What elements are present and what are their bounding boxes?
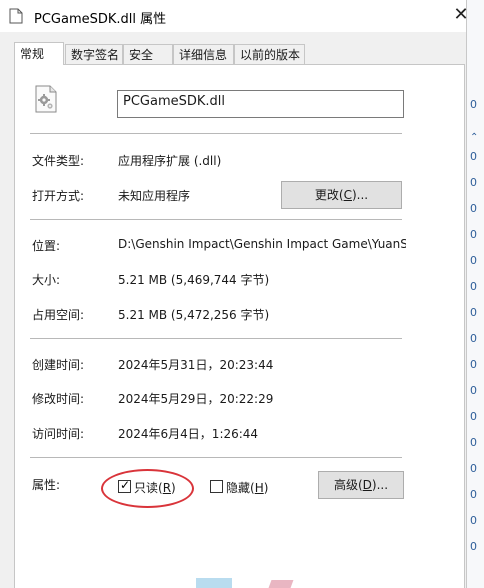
bg-text: 0 [470, 254, 477, 267]
chevron-up-icon[interactable]: ⌃ [470, 132, 478, 143]
divider [30, 133, 402, 134]
accessed-value: 2024年6月4日，1:26:44 [118, 427, 259, 441]
hidden-checkbox[interactable] [210, 480, 223, 493]
created-value: 2024年5月31日，20:23:44 [118, 358, 274, 372]
tab-details[interactable]: 详细信息 [173, 44, 234, 64]
change-button[interactable]: 更改(C)... [281, 181, 402, 209]
accessed-label: 访问时间: [32, 427, 85, 441]
size-label: 大小: [32, 273, 61, 287]
tab-previous-versions[interactable]: 以前的版本 [234, 44, 305, 64]
general-tab-panel [14, 64, 465, 588]
bg-text: 0 [470, 462, 477, 475]
size-on-disk-label: 占用空间: [32, 308, 85, 322]
highlight-annotation-oval [101, 469, 194, 508]
location-value[interactable]: D:\Genshin Impact\Genshin Impact Game\Yu… [118, 237, 406, 251]
close-button[interactable]: ✕ [452, 6, 470, 24]
bg-text: 0 [470, 228, 477, 241]
dll-gear-file-icon [35, 85, 57, 113]
advanced-button-tail: )... [371, 478, 389, 492]
change-button-text: 更改( [314, 188, 344, 202]
bg-text: 0 [470, 514, 477, 527]
bg-text: 0 [470, 332, 477, 345]
hidden-checkbox-label[interactable]: 隐藏(H) [226, 479, 268, 496]
advanced-button-accesskey: D [362, 478, 372, 492]
file-type-value: 应用程序扩展 (.dll) [118, 154, 222, 168]
size-on-disk-value: 5.21 MB (5,472,256 字节) [118, 308, 270, 322]
divider [30, 338, 402, 339]
tab-general[interactable]: 常规 [14, 42, 64, 65]
divider [30, 219, 402, 220]
tab-digital-signatures[interactable]: 数字签名 [65, 44, 123, 64]
bg-text: 0 [470, 436, 477, 449]
open-with-label: 打开方式: [32, 189, 85, 203]
hidden-accesskey: H [254, 481, 264, 495]
bg-text: 0 [470, 488, 477, 501]
advanced-button-text: 高级( [333, 478, 363, 492]
decorative-shape [196, 578, 232, 588]
bg-text: 0 [470, 202, 477, 215]
bg-text: 0 [470, 540, 477, 553]
size-value: 5.21 MB (5,469,744 字节) [118, 273, 270, 287]
window-title: PCGameSDK.dll 属性 [34, 12, 167, 27]
bg-text: 0 [470, 410, 477, 423]
created-label: 创建时间: [32, 358, 85, 372]
advanced-button[interactable]: 高级(D)... [318, 471, 404, 499]
file-type-label: 文件类型: [32, 154, 85, 168]
modified-label: 修改时间: [32, 392, 85, 406]
bg-text: 0 [470, 306, 477, 319]
change-button-tail: )... [351, 188, 369, 202]
hidden-tail: ) [263, 481, 269, 495]
bg-text: 0 [470, 358, 477, 371]
title-bar[interactable]: PCGameSDK.dll 属性 ✕ [0, 0, 469, 32]
change-button-accesskey: C [343, 188, 352, 202]
bg-text: 0 [470, 150, 477, 163]
bg-text: 0 [470, 176, 477, 189]
location-label: 位置: [32, 239, 61, 253]
file-icon [9, 8, 23, 24]
bg-text: 0 [470, 280, 477, 293]
attributes-label: 属性: [32, 478, 61, 492]
hidden-text: 隐藏( [226, 481, 255, 495]
tab-security[interactable]: 安全 [123, 44, 173, 64]
divider [30, 457, 402, 458]
modified-value: 2024年5月29日，20:22:29 [118, 392, 274, 406]
properties-dialog: PCGameSDK.dll 属性 ✕ 常规 数字签名 安全 详细信息 以前的版本… [0, 0, 469, 588]
open-with-value: 未知应用程序 [118, 189, 191, 203]
bg-text: 0 [470, 384, 477, 397]
decorative-shape [268, 580, 294, 588]
file-name-field[interactable]: PCGameSDK.dll [117, 90, 404, 118]
bg-text: 0 [470, 98, 477, 111]
